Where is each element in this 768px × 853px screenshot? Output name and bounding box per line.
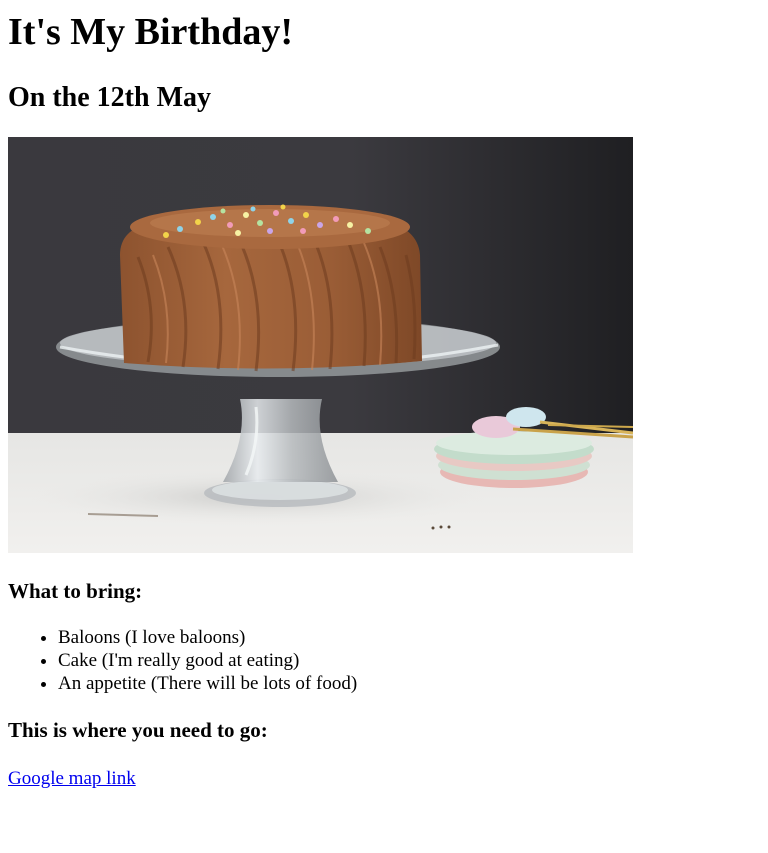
birthday-cake-image	[8, 137, 633, 553]
directions-heading: This is where you need to go:	[8, 718, 268, 742]
what-to-bring-heading: What to bring:	[8, 579, 143, 603]
map-link-paragraph: Google map link	[8, 767, 760, 791]
page-title: It's My Birthday!	[8, 11, 293, 53]
page-subtitle: On the 12th May	[8, 82, 211, 113]
google-map-link[interactable]: Google map link	[8, 768, 136, 789]
bring-list: Baloons (I love baloons) Cake (I'm reall…	[8, 626, 760, 695]
list-item: Cake (I'm really good at eating)	[58, 649, 760, 672]
list-item: An appetite (There will be lots of food)	[58, 672, 760, 695]
page-content: It's My Birthday! On the 12th May What t…	[0, 10, 768, 791]
list-item: Baloons (I love baloons)	[58, 626, 760, 649]
